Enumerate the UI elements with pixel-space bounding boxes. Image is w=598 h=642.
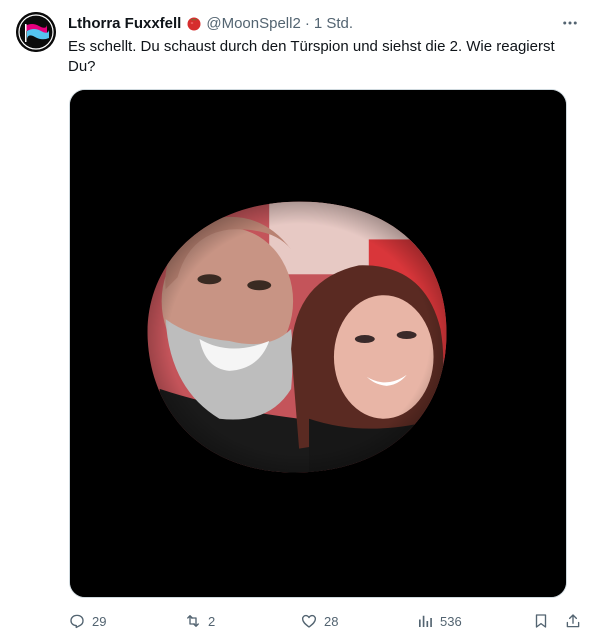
reply-icon (70, 614, 84, 629)
reply-button[interactable]: 29 (68, 610, 106, 632)
tweet-media[interactable] (69, 89, 567, 598)
antifa-flag-logo-icon (16, 12, 56, 52)
peephole-photo-image (70, 90, 566, 597)
views-button[interactable]: 536 (416, 610, 462, 632)
retweet-count: 2 (208, 613, 216, 629)
views-count: 536 (440, 613, 462, 629)
like-button[interactable]: 28 (300, 610, 338, 632)
share-icon (566, 614, 580, 628)
retweet-button[interactable]: 2 (184, 610, 215, 632)
avatar[interactable] (16, 12, 56, 52)
tweet-text: Es schellt. Du schaust durch den Türspio… (68, 38, 555, 75)
more-dots-icon (563, 21, 577, 25)
tweet-header: Lthorra Fuxxfell @MoonSpell2 · 1 Std. (68, 12, 582, 34)
reply-count: 29 (92, 613, 107, 629)
bookmark-icon (535, 614, 547, 628)
more-options-button[interactable] (558, 12, 582, 34)
views-chart-icon (419, 615, 432, 627)
separator-dot: · (304, 14, 310, 32)
tweet-actions: 29 2 28 536 (68, 610, 584, 632)
like-count: 28 (324, 613, 339, 629)
heart-icon (301, 614, 317, 628)
user-handle[interactable]: @MoonSpell2 (206, 15, 300, 32)
retweet-icon (187, 615, 199, 627)
share-button[interactable] (564, 610, 582, 632)
bookmark-button[interactable] (532, 610, 550, 632)
timestamp[interactable]: 1 Std. (314, 15, 353, 32)
display-name[interactable]: Lthorra Fuxxfell (68, 15, 181, 32)
tomato-icon (186, 15, 202, 31)
